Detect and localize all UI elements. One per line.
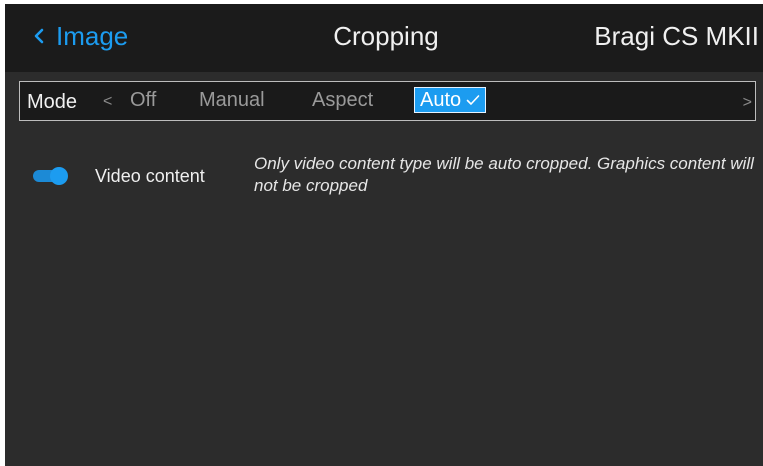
video-content-toggle[interactable]: [33, 167, 68, 185]
mode-option-manual[interactable]: Manual: [199, 88, 265, 112]
mode-option-auto[interactable]: Auto: [414, 87, 487, 113]
toggle-knob: [50, 167, 68, 185]
check-icon: [466, 95, 480, 105]
chevron-left-icon: [34, 28, 44, 44]
cropping-screen: Image Cropping Bragi CS MKII Mode < Off …: [5, 4, 763, 466]
mode-option-off[interactable]: Off: [130, 88, 156, 112]
video-content-description: Only video content type will be auto cro…: [254, 154, 754, 195]
header-bar: Image Cropping Bragi CS MKII: [5, 4, 763, 72]
mode-selector: Mode < Off Manual Aspect Auto >: [19, 81, 756, 121]
mode-option-aspect[interactable]: Aspect: [312, 88, 373, 112]
video-content-label: Video content: [95, 166, 205, 186]
page-title-text: Cropping: [333, 21, 439, 51]
chevron-left-icon[interactable]: <: [103, 92, 112, 112]
device-name: Bragi CS MKII: [594, 21, 759, 51]
mode-label: Mode: [27, 91, 78, 113]
mode-option-auto-label: Auto: [420, 89, 462, 111]
chevron-right-icon[interactable]: >: [743, 93, 752, 113]
back-button[interactable]: Image: [26, 19, 128, 53]
back-label: Image: [56, 21, 129, 51]
